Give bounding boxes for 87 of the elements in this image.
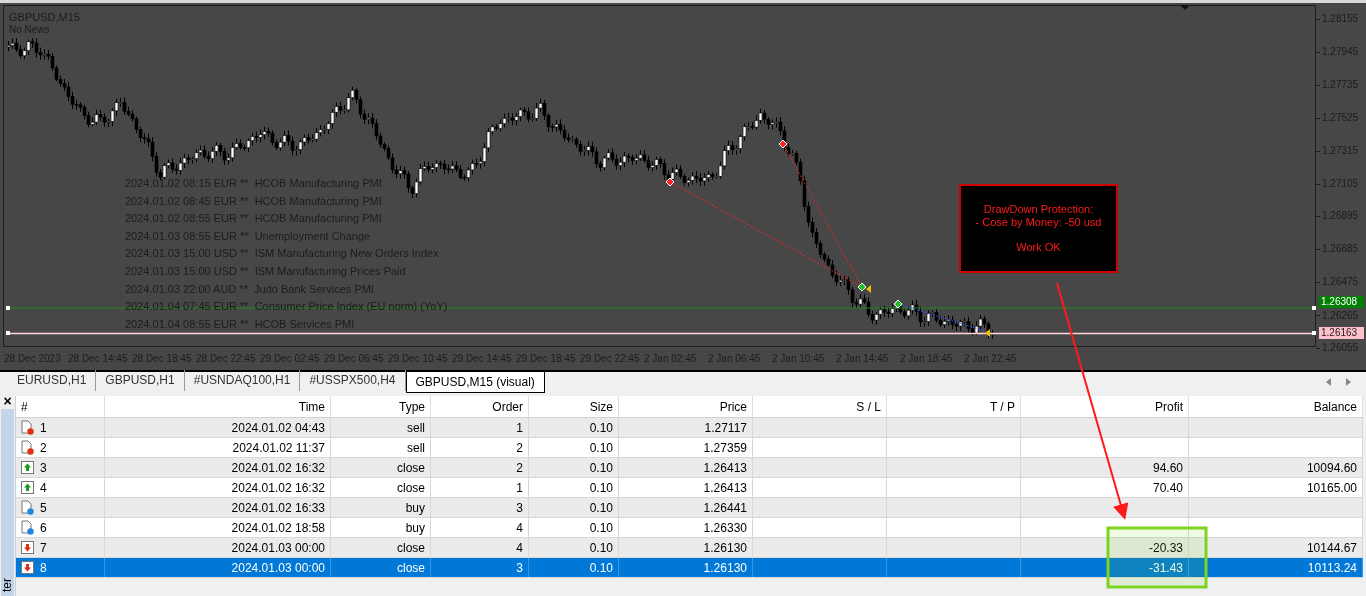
table-row[interactable]: 8 2024.01.03 00:00 close 3 0.10 1.26130 -31.43 10113.24: [16, 558, 1363, 578]
table-cell: 3: [431, 498, 529, 517]
table-cell: 1.26441: [619, 498, 753, 517]
table-cell: 0.10: [529, 498, 619, 517]
table-cell: sell: [331, 438, 431, 457]
table-cell: 2024.01.02 04:43: [105, 418, 331, 437]
column-header[interactable]: Profit: [1021, 396, 1189, 417]
table-cell: 1: [431, 418, 529, 437]
table-cell: 1.27117: [619, 418, 753, 437]
price-label: 1.26163: [1319, 327, 1364, 339]
table-cell-text: 7: [40, 539, 47, 557]
table-cell: 0.10: [529, 438, 619, 457]
column-header[interactable]: Time: [105, 396, 331, 417]
tab[interactable]: #USNDAQ100,H1: [184, 370, 301, 391]
table-cell: 10113.24: [1189, 558, 1363, 577]
table-cell: buy: [331, 498, 431, 517]
table-cell: 1.26130: [619, 558, 753, 577]
table-cell-text: 3: [40, 459, 47, 477]
table-cell: sell: [331, 418, 431, 437]
table-cell: close: [331, 558, 431, 577]
table-cell: 2024.01.02 16:33: [105, 498, 331, 517]
table-row[interactable]: 3 2024.01.02 16:32 close 2 0.10 1.26413 94.60 10094.60: [16, 458, 1363, 478]
table-cell: 1.26130: [619, 538, 753, 557]
table-cell: close: [331, 538, 431, 557]
table-cell: 2024.01.02 16:32: [105, 478, 331, 497]
table-row[interactable]: 5 2024.01.02 16:33 buy 3 0.10 1.26441: [16, 498, 1363, 518]
table-cell: 70.40: [1021, 478, 1189, 497]
table-row[interactable]: 7 2024.01.03 00:00 close 4 0.10 1.26130 -20.33 10144.67: [16, 538, 1363, 558]
tab[interactable]: GBPUSD,M15 (visual): [405, 372, 545, 393]
table-cell: 10165.00: [1189, 478, 1363, 497]
table-cell-text: 1: [40, 419, 47, 437]
table-cell-text: 2: [40, 439, 47, 457]
table-row[interactable]: 1 2024.01.02 04:43 sell 1 0.10 1.27117: [16, 418, 1363, 438]
tab[interactable]: GBPUSD,H1: [96, 370, 185, 391]
table-cell: 2024.01.02 18:58: [105, 518, 331, 537]
table-cell: 2024.01.03 00:00: [105, 538, 331, 557]
table-cell: 0.10: [529, 458, 619, 477]
table-cell-text: 5: [40, 499, 47, 517]
column-header[interactable]: Type: [331, 396, 431, 417]
column-header[interactable]: Size: [529, 396, 619, 417]
table-row[interactable]: 4 2024.01.02 16:32 close 1 0.10 1.26413 70.40 10165.00: [16, 478, 1363, 498]
table-cell: close: [331, 478, 431, 497]
table-cell-text: 4: [40, 479, 47, 497]
table-cell: 1.26330: [619, 518, 753, 537]
table-cell: 1.27359: [619, 438, 753, 457]
tab[interactable]: #USSPX500,H4: [300, 370, 406, 391]
table-row[interactable]: 2 2024.01.02 11:37 sell 2 0.10 1.27359: [16, 438, 1363, 458]
table-cell: buy: [331, 518, 431, 537]
table-cell: 0.10: [529, 538, 619, 557]
table-cell: 1.26413: [619, 478, 753, 497]
side-panel-tab[interactable]: ter: [1, 409, 14, 596]
table-cell: 94.60: [1021, 458, 1189, 477]
table-cell: 4: [431, 518, 529, 537]
table-cell: 10094.60: [1189, 458, 1363, 477]
table-cell: 0.10: [529, 558, 619, 577]
table-cell-text: 6: [40, 519, 47, 537]
table-cell: 10144.67: [1189, 538, 1363, 557]
column-header[interactable]: #: [16, 396, 105, 417]
alert-title: DrawDown Protection:: [983, 203, 1094, 216]
alert-detail: - Cose by Money: -50 usd: [975, 216, 1102, 229]
column-header[interactable]: S / L: [753, 396, 887, 417]
table-cell: 1.26413: [619, 458, 753, 477]
column-header[interactable]: Order: [431, 396, 529, 417]
alert-status: Work OK: [1016, 241, 1061, 254]
table-cell: close: [331, 458, 431, 477]
table-cell: 0.10: [529, 478, 619, 497]
column-header[interactable]: Balance: [1189, 396, 1363, 417]
column-header[interactable]: Price: [619, 396, 753, 417]
news-item: 2024.01.04 07:45 EUR ** Consumer Price Index (EU norm) (YoY): [125, 300, 448, 314]
close-icon[interactable]: ×: [3, 393, 12, 409]
table-cell-text: 8: [40, 559, 47, 577]
table-cell: 2024.01.02 11:37: [105, 438, 331, 457]
table-cell: 2024.01.02 16:32: [105, 458, 331, 477]
table-cell: -31.43: [1021, 558, 1189, 577]
table-cell: 1: [431, 478, 529, 497]
price-label: 1.26308: [1319, 296, 1364, 308]
table-cell: -20.33: [1021, 538, 1189, 557]
table-cell: 4: [431, 538, 529, 557]
table-cell: 2: [431, 438, 529, 457]
table-cell: 2: [431, 458, 529, 477]
column-header[interactable]: T / P: [887, 396, 1021, 417]
table-row[interactable]: 6 2024.01.02 18:58 buy 4 0.10 1.26330: [16, 518, 1363, 538]
table-cell: 2024.01.03 00:00: [105, 558, 331, 577]
table-cell: 0.10: [529, 418, 619, 437]
tab[interactable]: EURUSD,H1: [8, 370, 97, 391]
table-cell: 0.10: [529, 518, 619, 537]
table-cell: 3: [431, 558, 529, 577]
